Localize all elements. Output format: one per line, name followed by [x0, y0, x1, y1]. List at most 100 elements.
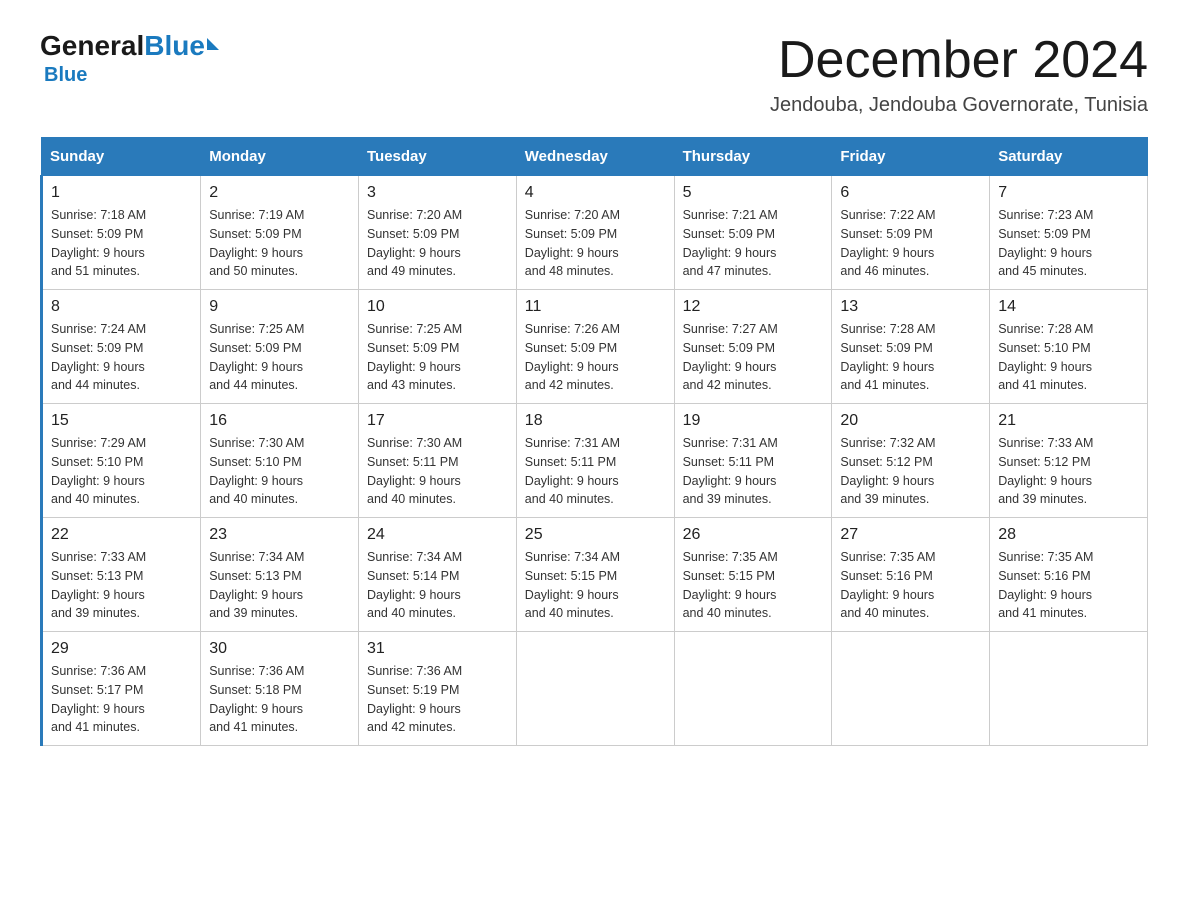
calendar-week-row: 15Sunrise: 7:29 AMSunset: 5:10 PMDayligh… — [42, 404, 1148, 518]
calendar-cell: 6 Sunrise: 7:22 AMSunset: 5:09 PMDaylight… — [832, 176, 990, 290]
logo-triangle-icon — [207, 38, 219, 50]
day-info: Sunrise: 7:20 AMSunset: 5:09 PMDaylight:… — [525, 206, 666, 281]
day-info: Sunrise: 7:22 AMSunset: 5:09 PMDaylight:… — [840, 206, 981, 281]
day-number: 10 — [367, 298, 508, 316]
day-number: 9 — [209, 298, 350, 316]
day-info: Sunrise: 7:29 AMSunset: 5:10 PMDaylight:… — [51, 434, 192, 509]
calendar-cell: 7 Sunrise: 7:23 AMSunset: 5:09 PMDaylight… — [990, 176, 1148, 290]
day-number: 12 — [683, 298, 824, 316]
day-number: 28 — [998, 526, 1139, 544]
calendar-table: SundayMondayTuesdayWednesdayThursdayFrid… — [40, 137, 1148, 746]
day-number: 31 — [367, 640, 508, 658]
calendar-cell: 4 Sunrise: 7:20 AMSunset: 5:09 PMDaylight… — [516, 176, 674, 290]
calendar-cell: 3 Sunrise: 7:20 AMSunset: 5:09 PMDaylight… — [359, 176, 517, 290]
month-title: December 2024 — [770, 30, 1148, 90]
day-info: Sunrise: 7:20 AMSunset: 5:09 PMDaylight:… — [367, 206, 508, 281]
day-number: 14 — [998, 298, 1139, 316]
title-area: December 2024 Jendouba, Jendouba Governo… — [770, 30, 1148, 117]
page-header: General Blue Blue December 2024 Jendouba… — [40, 30, 1148, 117]
day-number: 6 — [840, 184, 981, 202]
calendar-week-row: 29 Sunrise: 7:36 AMSunset: 5:17 PMDayligh… — [42, 632, 1148, 746]
day-info: Sunrise: 7:27 AMSunset: 5:09 PMDaylight:… — [683, 320, 824, 395]
day-number: 11 — [525, 298, 666, 316]
calendar-cell — [674, 632, 832, 746]
calendar-cell: 31 Sunrise: 7:36 AMSunset: 5:19 PMDayligh… — [359, 632, 517, 746]
calendar-cell: 30 Sunrise: 7:36 AMSunset: 5:18 PMDayligh… — [201, 632, 359, 746]
day-number: 2 — [209, 184, 350, 202]
calendar-cell: 18 Sunrise: 7:31 AMSunset: 5:11 PMDayligh… — [516, 404, 674, 518]
day-info: Sunrise: 7:21 AMSunset: 5:09 PMDaylight:… — [683, 206, 824, 281]
calendar-cell — [832, 632, 990, 746]
header-wednesday: Wednesday — [516, 138, 674, 176]
day-number: 16 — [209, 412, 350, 430]
day-info: Sunrise: 7:35 AMSunset: 5:16 PMDaylight:… — [998, 548, 1139, 623]
calendar-week-row: 8Sunrise: 7:24 AMSunset: 5:09 PMDaylight… — [42, 290, 1148, 404]
day-number: 29 — [51, 640, 192, 658]
day-number: 19 — [683, 412, 824, 430]
calendar-cell: 17 Sunrise: 7:30 AMSunset: 5:11 PMDayligh… — [359, 404, 517, 518]
calendar-week-row: 1 Sunrise: 7:18 AMSunset: 5:09 PMDaylight… — [42, 176, 1148, 290]
day-info: Sunrise: 7:24 AMSunset: 5:09 PMDaylight:… — [51, 320, 192, 395]
day-info: Sunrise: 7:35 AMSunset: 5:15 PMDaylight:… — [683, 548, 824, 623]
day-info: Sunrise: 7:23 AMSunset: 5:09 PMDaylight:… — [998, 206, 1139, 281]
day-info: Sunrise: 7:34 AMSunset: 5:15 PMDaylight:… — [525, 548, 666, 623]
day-info: Sunrise: 7:31 AMSunset: 5:11 PMDaylight:… — [525, 434, 666, 509]
day-number: 7 — [998, 184, 1139, 202]
calendar-cell: 20 Sunrise: 7:32 AMSunset: 5:12 PMDayligh… — [832, 404, 990, 518]
day-info: Sunrise: 7:31 AMSunset: 5:11 PMDaylight:… — [683, 434, 824, 509]
day-info: Sunrise: 7:34 AMSunset: 5:14 PMDaylight:… — [367, 548, 508, 623]
calendar-cell: 27 Sunrise: 7:35 AMSunset: 5:16 PMDayligh… — [832, 518, 990, 632]
calendar-cell: 25 Sunrise: 7:34 AMSunset: 5:15 PMDayligh… — [516, 518, 674, 632]
day-number: 30 — [209, 640, 350, 658]
day-info: Sunrise: 7:36 AMSunset: 5:18 PMDaylight:… — [209, 662, 350, 737]
day-info: Sunrise: 7:36 AMSunset: 5:19 PMDaylight:… — [367, 662, 508, 737]
day-info: Sunrise: 7:34 AMSunset: 5:13 PMDaylight:… — [209, 548, 350, 623]
header-sunday: Sunday — [42, 138, 201, 176]
calendar-cell: 11 Sunrise: 7:26 AMSunset: 5:09 PMDayligh… — [516, 290, 674, 404]
logo: General Blue Blue — [40, 30, 219, 87]
calendar-cell: 19 Sunrise: 7:31 AMSunset: 5:11 PMDayligh… — [674, 404, 832, 518]
header-saturday: Saturday — [990, 138, 1148, 176]
day-info: Sunrise: 7:26 AMSunset: 5:09 PMDaylight:… — [525, 320, 666, 395]
day-number: 27 — [840, 526, 981, 544]
day-number: 18 — [525, 412, 666, 430]
location-title: Jendouba, Jendouba Governorate, Tunisia — [770, 94, 1148, 117]
day-info: Sunrise: 7:30 AMSunset: 5:11 PMDaylight:… — [367, 434, 508, 509]
day-number: 3 — [367, 184, 508, 202]
header-friday: Friday — [832, 138, 990, 176]
calendar-cell: 23 Sunrise: 7:34 AMSunset: 5:13 PMDayligh… — [201, 518, 359, 632]
day-number: 1 — [51, 184, 192, 202]
day-number: 13 — [840, 298, 981, 316]
logo-blue-label: Blue — [44, 64, 87, 87]
calendar-cell: 14Sunrise: 7:28 AMSunset: 5:10 PMDayligh… — [990, 290, 1148, 404]
day-number: 5 — [683, 184, 824, 202]
day-number: 4 — [525, 184, 666, 202]
calendar-cell: 21Sunrise: 7:33 AMSunset: 5:12 PMDayligh… — [990, 404, 1148, 518]
day-info: Sunrise: 7:18 AMSunset: 5:09 PMDaylight:… — [51, 206, 192, 281]
calendar-cell: 9 Sunrise: 7:25 AMSunset: 5:09 PMDaylight… — [201, 290, 359, 404]
day-info: Sunrise: 7:32 AMSunset: 5:12 PMDaylight:… — [840, 434, 981, 509]
logo-general-text: General — [40, 30, 144, 62]
day-info: Sunrise: 7:35 AMSunset: 5:16 PMDaylight:… — [840, 548, 981, 623]
header-thursday: Thursday — [674, 138, 832, 176]
day-number: 17 — [367, 412, 508, 430]
calendar-cell: 13 Sunrise: 7:28 AMSunset: 5:09 PMDayligh… — [832, 290, 990, 404]
day-number: 23 — [209, 526, 350, 544]
calendar-cell: 12 Sunrise: 7:27 AMSunset: 5:09 PMDayligh… — [674, 290, 832, 404]
day-number: 25 — [525, 526, 666, 544]
calendar-cell: 22Sunrise: 7:33 AMSunset: 5:13 PMDayligh… — [42, 518, 201, 632]
logo-blue-text: Blue — [144, 30, 205, 62]
day-number: 21 — [998, 412, 1139, 430]
header-tuesday: Tuesday — [359, 138, 517, 176]
day-info: Sunrise: 7:36 AMSunset: 5:17 PMDaylight:… — [51, 662, 192, 737]
day-info: Sunrise: 7:19 AMSunset: 5:09 PMDaylight:… — [209, 206, 350, 281]
calendar-cell: 10Sunrise: 7:25 AMSunset: 5:09 PMDayligh… — [359, 290, 517, 404]
calendar-header-row: SundayMondayTuesdayWednesdayThursdayFrid… — [42, 138, 1148, 176]
calendar-cell: 5 Sunrise: 7:21 AMSunset: 5:09 PMDaylight… — [674, 176, 832, 290]
calendar-cell — [516, 632, 674, 746]
day-number: 26 — [683, 526, 824, 544]
day-info: Sunrise: 7:28 AMSunset: 5:09 PMDaylight:… — [840, 320, 981, 395]
day-info: Sunrise: 7:25 AMSunset: 5:09 PMDaylight:… — [209, 320, 350, 395]
calendar-cell: 2 Sunrise: 7:19 AMSunset: 5:09 PMDaylight… — [201, 176, 359, 290]
day-number: 20 — [840, 412, 981, 430]
